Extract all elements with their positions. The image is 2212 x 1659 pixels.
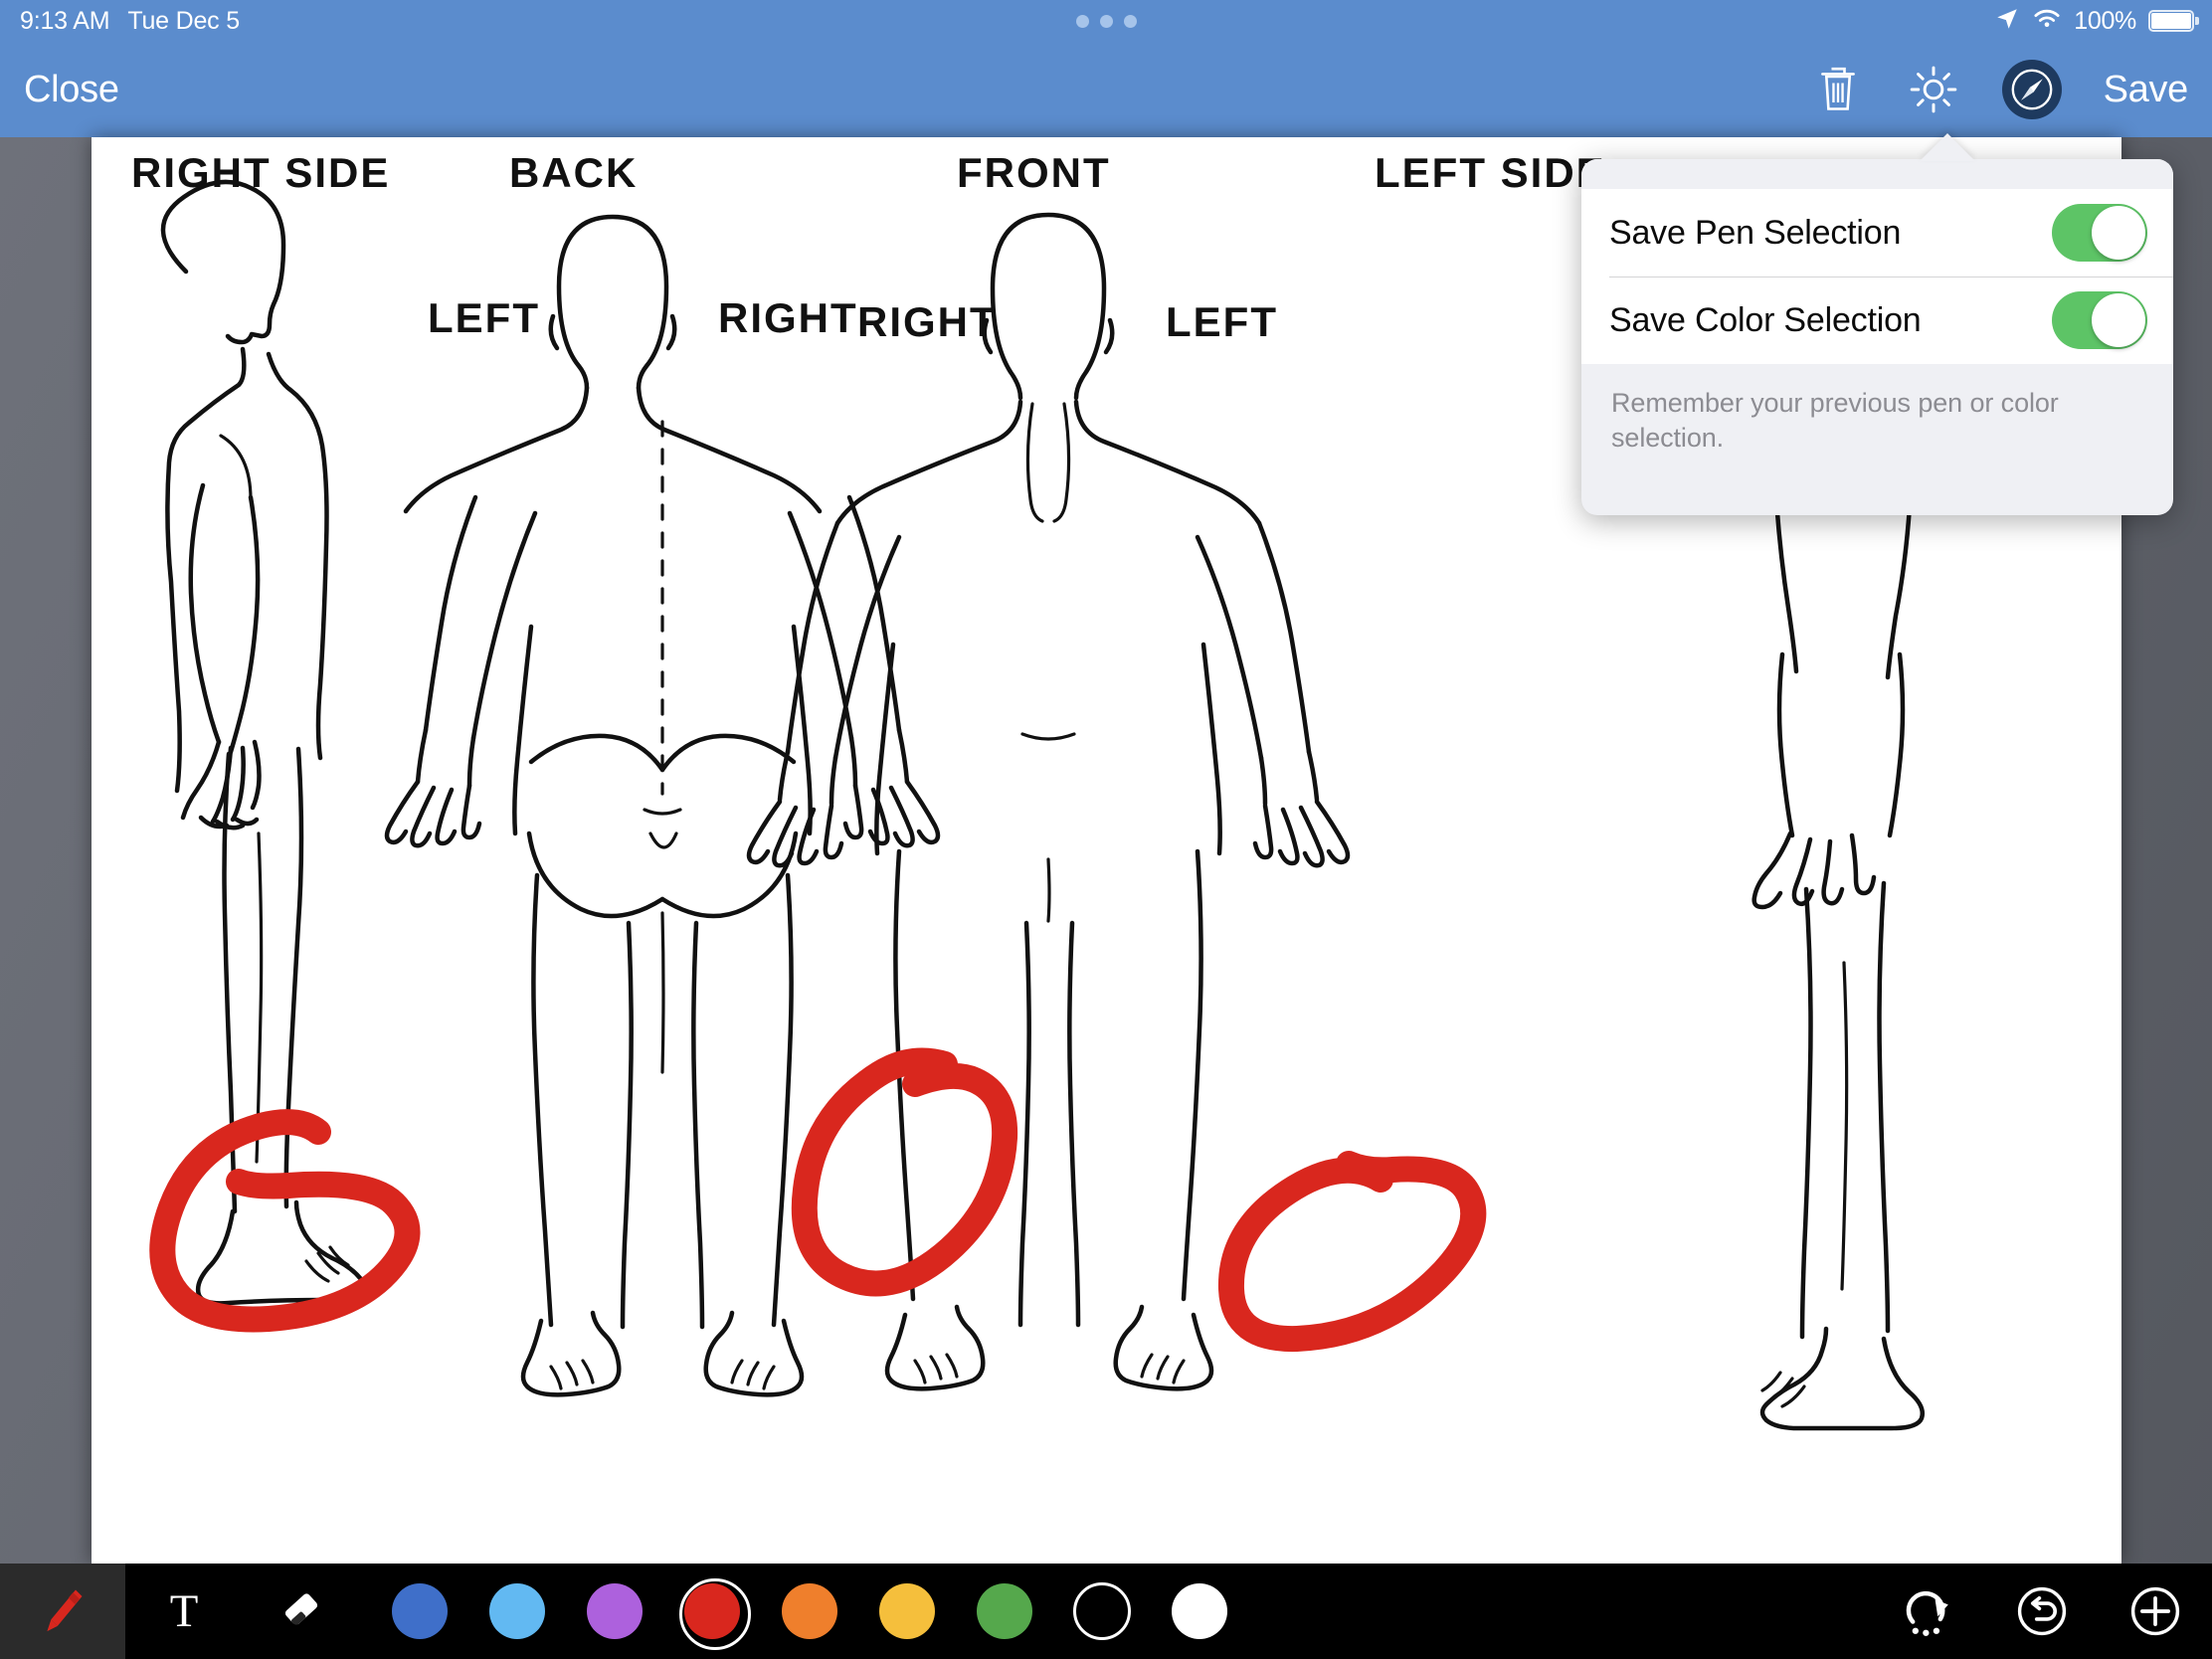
status-bar-right: 100% — [1994, 0, 2199, 42]
setting-label-save-color-selection: Save Color Selection — [1609, 300, 1922, 339]
trash-icon[interactable] — [1811, 63, 1865, 116]
pen-tool-button[interactable] — [0, 1564, 125, 1659]
pen-icon — [37, 1583, 89, 1640]
battery-percent: 100% — [2074, 6, 2136, 35]
svg-text:T: T — [170, 1584, 199, 1634]
text-tool-icon: T — [158, 1583, 210, 1640]
label-back: BACK — [509, 149, 638, 196]
popover-footer-text: Remember your previous pen or color sele… — [1611, 388, 2059, 453]
label-left-side: LEFT SIDE — [1375, 149, 1606, 196]
figure-left-side — [1751, 408, 1925, 1431]
color-swatch-orange[interactable] — [774, 1575, 845, 1647]
battery-icon — [2148, 10, 2199, 32]
wifi-icon — [2032, 7, 2062, 36]
setting-label-save-pen-selection: Save Pen Selection — [1609, 213, 1902, 252]
navigation-bar-actions: Save — [1811, 42, 2188, 137]
color-swatch-red[interactable] — [676, 1575, 751, 1650]
compass-icon[interactable] — [2001, 60, 2062, 119]
app-root: 9:13 AM Tue Dec 5 100% Close Save RIGHT … — [0, 0, 2212, 1659]
bottom-toolbar: T — [0, 1564, 2212, 1659]
redo-icon[interactable] — [1898, 1580, 1959, 1642]
eraser-tool-button[interactable] — [243, 1564, 360, 1659]
color-swatch-blue[interactable] — [384, 1575, 456, 1647]
label-back-left: LEFT — [428, 294, 540, 341]
close-button[interactable]: Close — [24, 69, 119, 111]
bottom-toolbar-actions — [1898, 1564, 2186, 1659]
annotation-mark-3 — [1217, 1151, 1487, 1353]
color-swatch-white[interactable] — [1164, 1575, 1235, 1647]
text-tool-button[interactable]: T — [125, 1564, 243, 1659]
location-arrow-icon — [1994, 6, 2020, 37]
color-swatch-light-blue[interactable] — [481, 1575, 553, 1647]
navigation-bar: Close Save — [0, 42, 2212, 137]
multitasking-dots — [0, 14, 2212, 28]
eraser-icon — [276, 1583, 327, 1640]
dot-1 — [1075, 14, 1089, 28]
color-swatch-list — [384, 1575, 1235, 1650]
toggle-knob — [2092, 293, 2145, 347]
setting-row-save-pen-selection[interactable]: Save Pen Selection — [1581, 189, 2173, 276]
status-bar: 9:13 AM Tue Dec 5 100% — [0, 0, 2212, 42]
red-annotations — [149, 1047, 1487, 1353]
popover-settings-group: Save Pen Selection Save Color Selection — [1581, 189, 2173, 364]
setting-row-save-color-selection[interactable]: Save Color Selection — [1581, 276, 2173, 364]
label-right-side: RIGHT SIDE — [131, 149, 390, 196]
color-swatch-purple[interactable] — [579, 1575, 650, 1647]
figure-back: LEFT RIGHT — [384, 214, 941, 1397]
color-swatch-yellow[interactable] — [871, 1575, 943, 1647]
color-swatch-black[interactable] — [1066, 1575, 1138, 1647]
undo-icon[interactable] — [2011, 1580, 2073, 1642]
label-back-right: RIGHT — [718, 294, 858, 341]
label-front-right: RIGHT — [857, 298, 998, 345]
color-swatch-green[interactable] — [969, 1575, 1040, 1647]
toggle-save-pen-selection[interactable] — [2052, 204, 2147, 262]
popover-arrow — [1920, 133, 1975, 161]
gear-icon[interactable] — [1907, 63, 1960, 116]
toggle-knob — [2092, 206, 2145, 260]
toggle-save-color-selection[interactable] — [2052, 291, 2147, 349]
label-front: FRONT — [957, 149, 1111, 196]
dot-2 — [1099, 14, 1113, 28]
save-button[interactable]: Save — [2104, 69, 2189, 111]
plus-icon[interactable] — [2124, 1580, 2186, 1642]
label-front-left: LEFT — [1166, 298, 1278, 345]
popover-header — [1581, 159, 2173, 189]
dot-3 — [1123, 14, 1137, 28]
settings-popover: Save Pen Selection Save Color Selection … — [1581, 159, 2173, 515]
